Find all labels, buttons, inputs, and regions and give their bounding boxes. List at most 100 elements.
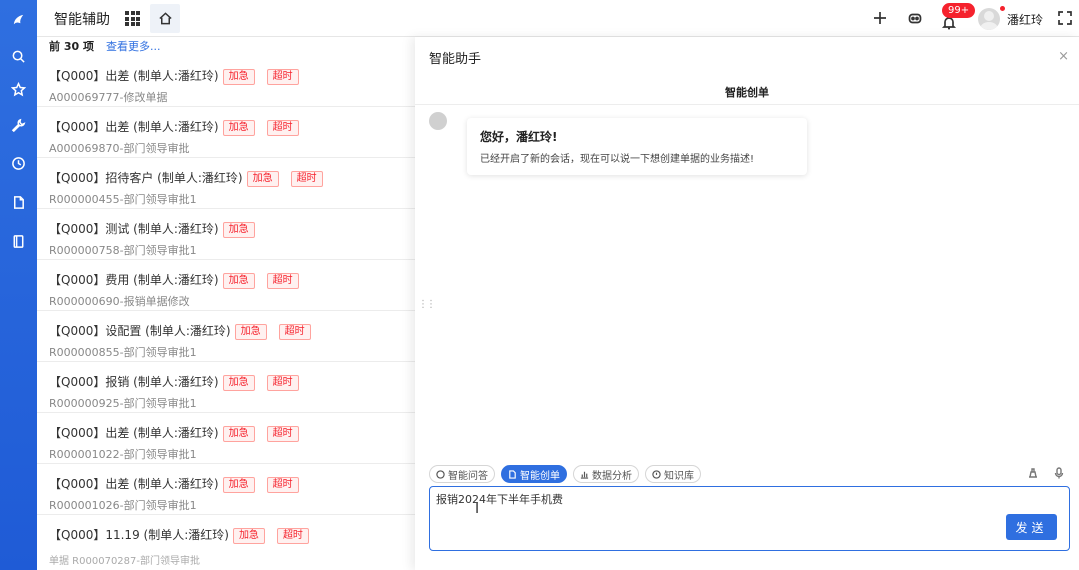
- urgent-tag: 加急: [222, 222, 255, 238]
- item-subtitle: A000069870-部门领导审批: [49, 142, 190, 155]
- status-dot: [1000, 6, 1005, 11]
- bot-avatar: [429, 112, 447, 130]
- chat-icon: [436, 469, 445, 479]
- item-subtitle: R000000455-部门领导审批1: [49, 193, 197, 206]
- list-item[interactable]: 【Q000】费用 (制单人:潘红玲) 加急 超时 R000000690-报销单据修改: [37, 260, 415, 311]
- star-icon[interactable]: [0, 78, 37, 100]
- item-title: 【Q000】招待客户 (制单人:潘红玲): [49, 171, 243, 185]
- notification-badge: 99+: [942, 3, 976, 18]
- overdue-tag: 超时: [266, 477, 299, 493]
- left-nav-rail: [0, 0, 37, 570]
- item-title: 【Q000】设配置 (制单人:潘红玲): [49, 324, 231, 338]
- item-subtitle: R000001022-部门领导审批1: [49, 448, 197, 461]
- overdue-tag: 超时: [278, 324, 311, 340]
- item-title: 【Q000】测试 (制单人:潘红玲): [49, 222, 219, 236]
- urgent-tag: 加急: [246, 171, 279, 187]
- message-input[interactable]: 报销2024年下半年手机费: [436, 491, 996, 511]
- item-title: 【Q000】出差 (制单人:潘红玲): [49, 120, 219, 134]
- list-count: 前 30 项: [49, 40, 94, 53]
- message-text: 已经开启了新的会话，现在可以说一下想创建单据的业务描述!: [480, 154, 755, 165]
- urgent-tag: 加急: [222, 375, 255, 391]
- avatar[interactable]: [978, 8, 1000, 30]
- list-item[interactable]: 【Q000】招待客户 (制单人:潘红玲) 加急 超时 R000000455-部门领导…: [37, 158, 415, 209]
- list-item[interactable]: 【Q000】出差 (制单人:潘红玲) 加急 超时 R000001022-部门领导审批…: [37, 413, 415, 464]
- list-item[interactable]: 【Q000】测试 (制单人:潘红玲) 加急 R000000758-部门领导审批1: [37, 209, 415, 260]
- urgent-tag: 加急: [222, 273, 255, 289]
- greeting-text: 您好，潘红玲!: [480, 130, 558, 144]
- panel-title: 智能助手: [429, 52, 482, 67]
- list-item[interactable]: 【Q000】设配置 (制单人:潘红玲) 加急 超时 R000000855-部门领导审…: [37, 311, 415, 362]
- chart-icon: [580, 471, 589, 479]
- home-button[interactable]: [150, 4, 180, 33]
- book-icon: [652, 469, 661, 479]
- view-more-link[interactable]: 查看更多...: [106, 40, 161, 53]
- list-footer-text: 单据 R000070287-部门领导审批: [49, 556, 200, 567]
- tab-knowledge-base[interactable]: 知识库: [645, 465, 701, 483]
- input-tools: [1027, 467, 1065, 479]
- app-logo-icon[interactable]: [0, 8, 37, 30]
- overdue-tag: 超时: [266, 69, 299, 85]
- mode-title: 智能创单: [725, 86, 769, 99]
- list-header: 前 30 项查看更多...: [49, 38, 160, 54]
- robot-icon: [908, 13, 922, 24]
- book-icon[interactable]: [0, 230, 37, 252]
- document-icon[interactable]: [0, 191, 37, 213]
- item-title: 【Q000】出差 (制单人:潘红玲): [49, 477, 219, 491]
- close-icon[interactable]: ×: [1058, 49, 1069, 64]
- overdue-tag: 超时: [290, 171, 323, 187]
- item-subtitle: R000000925-部门领导审批1: [49, 397, 197, 410]
- urgent-tag: 加急: [222, 477, 255, 493]
- fullscreen-button[interactable]: [1056, 9, 1074, 27]
- item-subtitle: R000000855-部门领导审批1: [49, 346, 197, 359]
- clock-icon[interactable]: [0, 152, 37, 174]
- assistant-robot-button[interactable]: [906, 9, 924, 27]
- item-subtitle: R000000758-部门领导审批1: [49, 244, 197, 257]
- tab-data-analysis[interactable]: 数据分析: [573, 465, 639, 483]
- task-list: 【Q000】出差 (制单人:潘红玲) 加急 超时 A000069777-修改单据 【…: [37, 56, 415, 570]
- search-icon[interactable]: [0, 45, 37, 67]
- overdue-tag: 超时: [266, 426, 299, 442]
- chat-bubble: 您好，潘红玲! 已经开启了新的会话，现在可以说一下想创建单据的业务描述!: [467, 118, 807, 175]
- mode-tabs: 智能问答 智能创单 数据分析 知识库: [429, 465, 701, 485]
- item-title: 【Q000】报销 (制单人:潘红玲): [49, 375, 219, 389]
- tab-qa[interactable]: 智能问答: [429, 465, 495, 483]
- item-title: 【Q000】出差 (制单人:潘红玲): [49, 69, 219, 83]
- add-button[interactable]: [871, 9, 889, 27]
- text-cursor-icon: I: [475, 501, 480, 517]
- microphone-icon[interactable]: [1053, 467, 1065, 479]
- tab-create-doc[interactable]: 智能创单: [501, 465, 567, 483]
- list-item[interactable]: 【Q000】报销 (制单人:潘红玲) 加急 超时 R000000925-部门领导审批…: [37, 362, 415, 413]
- list-item[interactable]: 【Q000】出差 (制单人:潘红玲) 加急 超时 A000069777-修改单据: [37, 56, 415, 107]
- apps-grid-icon[interactable]: [125, 11, 140, 26]
- urgent-tag: 加急: [234, 324, 267, 340]
- drag-handle-icon[interactable]: ⋮⋮: [418, 299, 436, 310]
- urgent-tag: 加急: [222, 69, 255, 85]
- overdue-tag: 超时: [266, 273, 299, 289]
- wrench-icon[interactable]: [0, 114, 37, 136]
- item-title: 【Q000】费用 (制单人:潘红玲): [49, 273, 219, 287]
- user-name[interactable]: 潘红玲: [1007, 11, 1043, 28]
- list-item[interactable]: 【Q000】出差 (制单人:潘红玲) 加急 超时 R000001026-部门领导审批…: [37, 464, 415, 515]
- top-bar: 智能辅助 99+ 潘红玲: [37, 0, 1079, 37]
- message-input-box[interactable]: 报销2024年下半年手机费 I 发送: [429, 486, 1070, 551]
- item-subtitle: R000000690-报销单据修改: [49, 295, 190, 308]
- overdue-tag: 超时: [266, 120, 299, 136]
- app-title: 智能辅助: [54, 12, 110, 28]
- item-title: 【Q000】出差 (制单人:潘红玲): [49, 426, 219, 440]
- overdue-tag: 超时: [276, 528, 309, 544]
- urgent-tag: 加急: [232, 528, 265, 544]
- overdue-tag: 超时: [266, 375, 299, 391]
- plus-icon: [874, 12, 886, 24]
- send-button[interactable]: 发送: [1006, 514, 1057, 540]
- clear-icon[interactable]: [1027, 467, 1039, 479]
- item-title: 【Q000】11.19 (制单人:潘红玲): [49, 528, 229, 542]
- list-item[interactable]: 【Q000】出差 (制单人:潘红玲) 加急 超时 A000069870-部门领导审批: [37, 107, 415, 158]
- urgent-tag: 加急: [222, 120, 255, 136]
- home-icon: [158, 12, 172, 25]
- divider: [415, 104, 1079, 105]
- urgent-tag: 加急: [222, 426, 255, 442]
- assistant-panel: 智能助手 × 智能创单 您好，潘红玲! 已经开启了新的会话，现在可以说一下想创建…: [415, 37, 1079, 570]
- item-subtitle: R000001026-部门领导审批1: [49, 499, 197, 512]
- fullscreen-icon: [1058, 11, 1072, 25]
- doc-icon: [509, 469, 516, 479]
